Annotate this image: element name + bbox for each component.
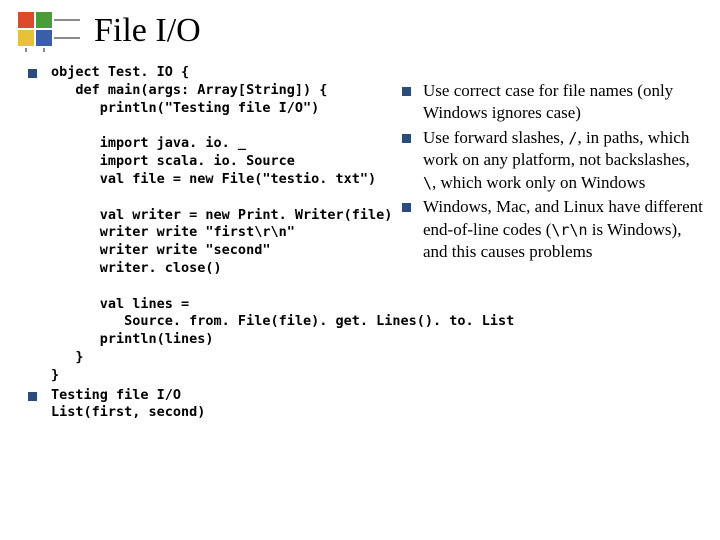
logo-icon [18, 12, 80, 50]
code-block-output: Testing file I/O List(first, second) [51, 387, 205, 423]
bullet-icon [402, 134, 411, 143]
body-item: Testing file I/O List(first, second) [28, 387, 700, 423]
slide-title: File I/O [94, 12, 201, 50]
note-item: Use correct case for file names (only Wi… [402, 80, 706, 125]
note-text: Use forward slashes, /, in paths, which … [423, 127, 706, 194]
bullet-icon [28, 69, 37, 78]
bullet-icon [402, 87, 411, 96]
note-text: Use correct case for file names (only Wi… [423, 80, 706, 125]
note-item: Use forward slashes, /, in paths, which … [402, 127, 706, 194]
bullet-icon [28, 392, 37, 401]
slide-header: File I/O [0, 0, 720, 50]
notes-column: Use correct case for file names (only Wi… [402, 80, 706, 266]
note-text: Windows, Mac, and Linux have different e… [423, 196, 706, 263]
bullet-icon [402, 203, 411, 212]
note-item: Windows, Mac, and Linux have different e… [402, 196, 706, 263]
